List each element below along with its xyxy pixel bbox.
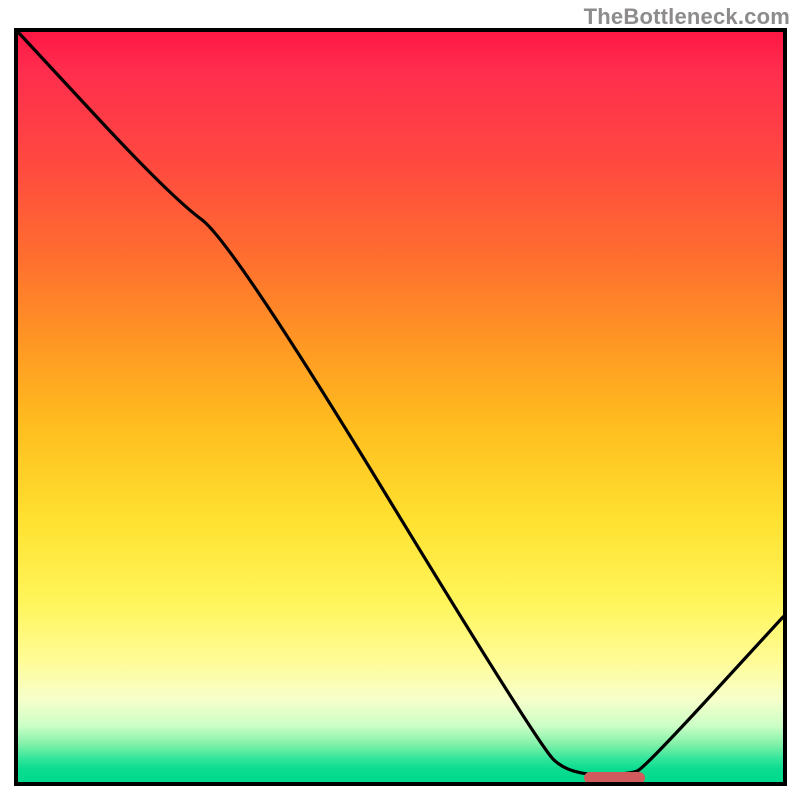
watermark-text: TheBottleneck.com — [584, 4, 790, 30]
optimal-range-marker — [584, 772, 645, 784]
plot-frame — [14, 28, 787, 786]
bottleneck-curve — [18, 32, 783, 782]
chart-container: TheBottleneck.com — [0, 0, 800, 800]
